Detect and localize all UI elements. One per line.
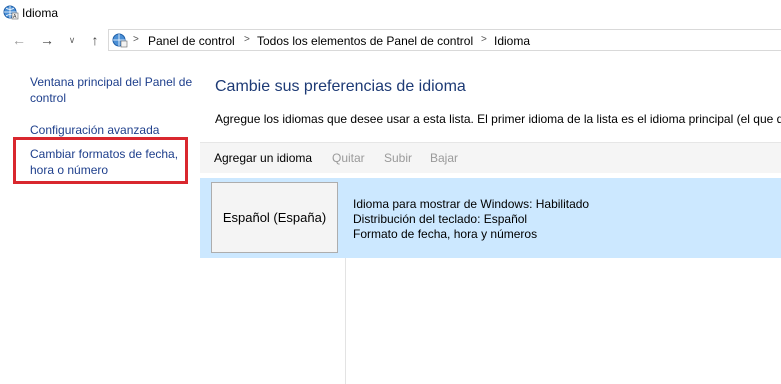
up-button[interactable]: ↑ <box>86 31 104 49</box>
column-divider <box>345 258 346 384</box>
language-toolbar: Agregar un idioma Quitar Subir Bajar <box>200 142 781 173</box>
highlight-box <box>13 137 188 184</box>
breadcrumb-item-all-elements[interactable]: Todos los elementos de Panel de control <box>257 34 473 48</box>
forward-button[interactable]: → <box>38 31 56 49</box>
page-description: Agregue los idiomas que desee usar a est… <box>215 112 781 126</box>
language-detail-format: Formato de fecha, hora y números <box>353 227 538 241</box>
breadcrumb-separator: > <box>481 34 487 45</box>
breadcrumb-separator: > <box>244 34 250 45</box>
title-bar: A Idioma <box>0 0 781 26</box>
svg-text:A: A <box>13 14 17 20</box>
globe-icon: A <box>3 5 19 20</box>
breadcrumb-item-panel[interactable]: Panel de control <box>148 34 235 48</box>
language-details: Idioma para mostrar de Windows: Habilita… <box>353 197 589 242</box>
arrow-up-icon: ↑ <box>91 32 99 48</box>
back-button[interactable]: ← <box>10 31 28 49</box>
move-down-button[interactable]: Bajar <box>430 151 458 165</box>
window-title: Idioma <box>22 6 59 20</box>
language-detail-display: Idioma para mostrar de Windows: Habilita… <box>353 197 590 211</box>
breadcrumb-item-idioma[interactable]: Idioma <box>494 34 530 48</box>
remove-button[interactable]: Quitar <box>332 151 365 165</box>
language-list-item[interactable]: Español (España) Idioma para mostrar de … <box>200 178 781 258</box>
address-bar[interactable]: > Panel de control > Todos los elementos… <box>108 29 781 51</box>
language-button[interactable]: Español (España) <box>211 182 338 253</box>
chevron-down-icon: ∨ <box>68 35 76 45</box>
navigation-bar: ← → ∨ ↑ > Panel de control > Todos los e… <box>0 28 781 54</box>
recent-locations-button[interactable]: ∨ <box>63 31 81 49</box>
page-title: Cambie sus preferencias de idioma <box>215 78 466 95</box>
sidebar-link-advanced-settings[interactable]: Configuración avanzada <box>30 122 200 138</box>
breadcrumb-separator: > <box>133 34 139 45</box>
control-panel-icon <box>112 33 128 48</box>
add-language-button[interactable]: Agregar un idioma <box>214 151 312 165</box>
arrow-right-icon: → <box>40 32 54 48</box>
language-detail-keyboard: Distribución del teclado: Español <box>353 212 528 226</box>
arrow-left-icon: ← <box>12 32 26 48</box>
sidebar-link-control-panel-home[interactable]: Ventana principal del Panel de control <box>30 74 200 106</box>
move-up-button[interactable]: Subir <box>384 151 412 165</box>
